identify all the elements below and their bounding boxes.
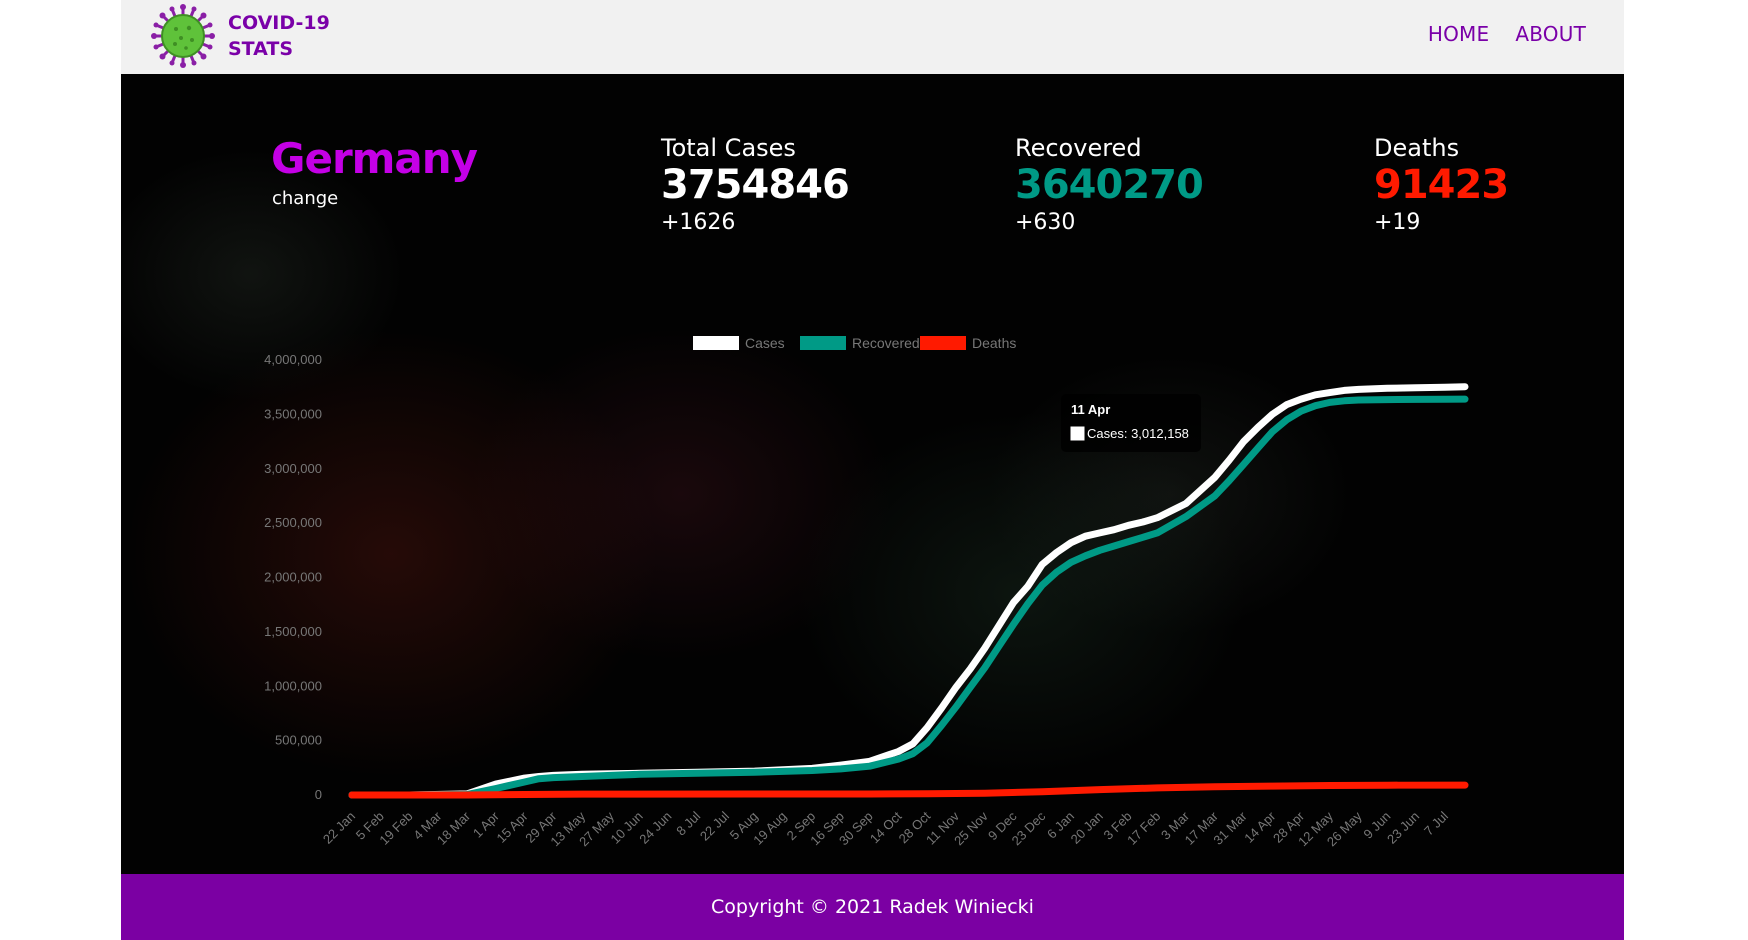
main-stats-section: Germany change Total Cases 3754846 +1626… [121,74,1624,874]
x-tick-label: 17 Feb [1124,809,1163,848]
y-tick-label: 0 [315,787,322,802]
x-tick-label: 20 Jan [1068,809,1106,847]
y-tick-label: 2,000,000 [264,570,322,585]
y-tick-label: 1,000,000 [264,678,322,693]
y-tick-label: 4,000,000 [264,352,322,367]
virus-logo-icon[interactable] [151,4,215,68]
legend-swatch-recovered [800,336,846,350]
legend-label-deaths: Deaths [972,335,1016,351]
legend-label-recovered: Recovered [852,335,920,351]
x-tick-label: 14 Apr [1241,808,1279,846]
navbar: COVID-19 STATS HOME ABOUT [121,0,1624,74]
x-tick-label: 19 Aug [750,809,789,848]
y-tick-label: 1,500,000 [264,624,322,639]
x-tick-label: 23 Jun [1384,809,1422,847]
x-tick-label: 18 Mar [434,808,474,848]
nav-about-link[interactable]: ABOUT [1515,22,1586,46]
x-tick-label: 22 Jan [320,809,358,847]
cases-line-chart[interactable]: 0 500,000 1,000,000 1,500,000 2,000,000 2,500… [121,74,1624,874]
main-nav: HOME ABOUT [1428,22,1586,46]
x-tick-label: 14 Oct [867,808,905,846]
x-tick-label: 24 Jun [636,809,674,847]
brand-line-2: STATS [228,38,294,60]
brand-line-1: COVID-19 [228,12,330,34]
tooltip-title: 11 Apr [1071,402,1110,417]
y-tick-label: 500,000 [275,733,322,748]
nav-home-link[interactable]: HOME [1428,22,1489,46]
app-root: COVID-19 STATS HOME ABOUT Germany change… [121,0,1624,940]
tooltip-swatch [1070,426,1085,441]
copyright-text: Copyright © 2021 Radek Winiecki [711,896,1034,918]
legend-label-cases: Cases [745,335,785,351]
x-tick-label: 31 Mar [1210,808,1250,848]
y-tick-label: 2,500,000 [264,515,322,530]
x-tick-label: 19 Feb [376,809,415,848]
legend-swatch-deaths [920,336,966,350]
y-tick-label: 3,500,000 [264,406,322,421]
y-tick-label: 3,000,000 [264,461,322,476]
x-tick-label: 7 Jul [1421,808,1451,838]
x-tick-label: 15 Apr [493,808,531,846]
brand-title[interactable]: COVID-19 STATS [228,10,330,62]
footer: Copyright © 2021 Radek Winiecki [121,874,1624,940]
series-line-cases [348,383,1469,799]
series-line-recovered [348,395,1469,799]
tooltip-text: Cases: 3,012,158 [1087,426,1189,441]
x-tick-label: 22 Jul [697,808,732,843]
legend-swatch-cases [693,336,739,350]
